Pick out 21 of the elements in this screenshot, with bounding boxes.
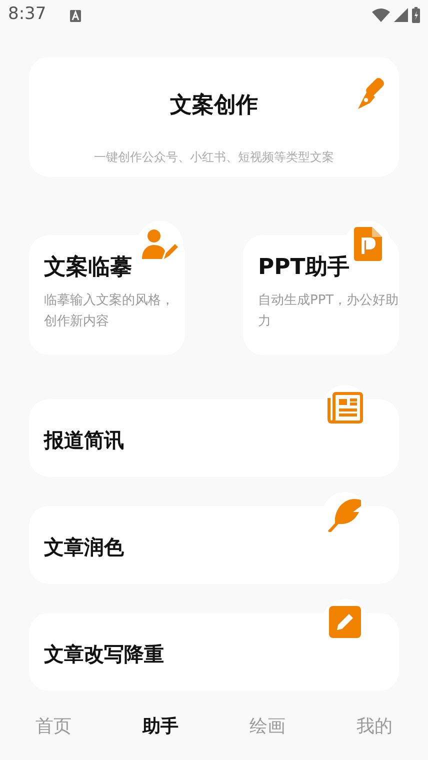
card-title: 文案创作 — [170, 92, 258, 120]
card-title: 报道简讯 — [44, 427, 124, 454]
card-title: PPT助手 — [258, 254, 350, 282]
wifi-icon — [372, 8, 390, 22]
card-title: 文章改写降重 — [44, 641, 164, 668]
clock-text: 8:37 — [8, 3, 46, 26]
card-title: 文章润色 — [44, 534, 124, 561]
signal-icon — [394, 8, 408, 22]
tool-card[interactable]: 文章改写降重 — [29, 613, 399, 691]
feature-card[interactable]: 文案创作 一键创作公众号、小红书、短视频等类型文案 — [29, 57, 399, 177]
nav-tab[interactable]: 助手 — [142, 713, 178, 740]
card-subtitle: 一键创作公众号、小红书、短视频等类型文案 — [94, 149, 334, 166]
card-description: 临摹输入文案的风格，创作新内容 — [44, 292, 175, 331]
card-description: 自动生成PPT，办公好助力 — [258, 292, 399, 331]
tool-card[interactable]: 文案临摹 临摹输入文案的风格，创作新内容 — [29, 235, 185, 355]
battery-icon — [412, 7, 420, 23]
card-title: 文案临摹 — [44, 254, 133, 282]
notification-icon — [70, 10, 82, 22]
tool-card[interactable]: 文章润色 — [29, 506, 399, 584]
tool-card[interactable]: PPT助手 自动生成PPT，办公好助力 — [243, 235, 399, 355]
tool-card[interactable]: 报道简讯 — [29, 399, 399, 477]
